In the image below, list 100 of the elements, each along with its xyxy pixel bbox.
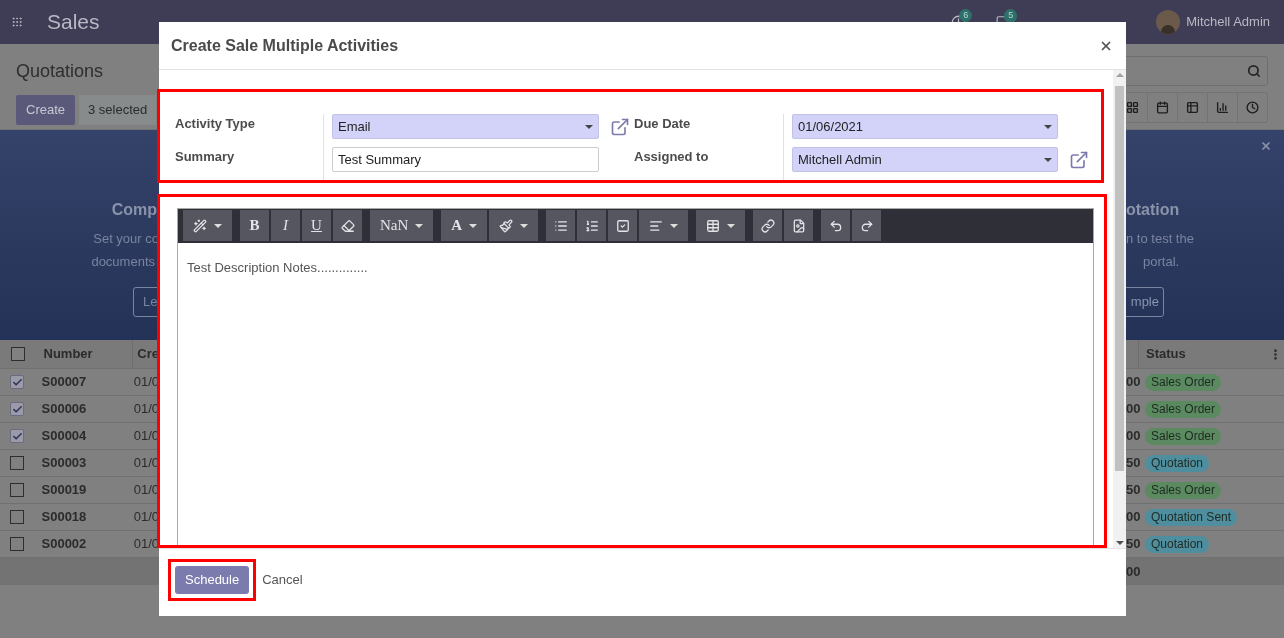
field-label: Assigned to — [634, 148, 709, 166]
external-link-icon[interactable] — [1069, 149, 1089, 170]
checkbox-icon — [615, 218, 630, 233]
eraser-icon — [340, 218, 355, 233]
check-icon — [11, 403, 23, 415]
banner-title: otation — [1126, 200, 1181, 220]
search-icon[interactable] — [1247, 64, 1261, 78]
toolbar-button[interactable] — [489, 210, 539, 242]
toolbar-button[interactable] — [696, 210, 746, 242]
table-cell-text: S00002 — [40, 535, 88, 554]
create-button[interactable]: Create — [16, 95, 76, 125]
dropdown-field[interactable]: Mitchell Admin — [792, 147, 1058, 172]
checkbox[interactable] — [10, 402, 25, 416]
caret-icon — [1044, 157, 1052, 162]
dropdown-field[interactable]: 01/06/2021 — [792, 114, 1058, 139]
bar-chart-icon — [1216, 101, 1229, 114]
check-icon — [11, 376, 23, 388]
cancel-button[interactable]: Cancel — [262, 570, 303, 590]
bullet-list-icon — [553, 218, 568, 233]
banner-text: documents — [91, 252, 156, 271]
toolbar-button[interactable] — [852, 210, 882, 242]
table-icon — [706, 218, 721, 233]
notification-count: 6 — [959, 8, 973, 22]
user-name[interactable]: Mitchell Admin — [1186, 12, 1270, 32]
dropdown-field[interactable]: Email — [332, 114, 599, 139]
table-cell-text: S00004 — [40, 427, 88, 446]
table-cell-text: 00 — [1126, 427, 1138, 446]
table-cell-text: 50 — [1126, 481, 1138, 500]
status-badge: Sales Order — [1145, 427, 1222, 445]
text-editor[interactable]: B I U NaN A Test Description Notes.............. — [177, 207, 1094, 545]
clock-icon — [1246, 101, 1259, 114]
app-menu-icon[interactable] — [11, 16, 23, 28]
banner-title: Comp — [111, 200, 158, 220]
field-label: Due Date — [634, 115, 691, 133]
status-badge: Quotation Sent — [1145, 508, 1238, 526]
kanban-icon — [1126, 101, 1139, 114]
status-badge: Sales Order — [1145, 400, 1222, 418]
table-cell-text: S00003 — [40, 454, 88, 473]
close-icon[interactable] — [1260, 140, 1272, 152]
text-field[interactable]: Test Summary — [332, 147, 599, 172]
checkbox[interactable] — [10, 347, 25, 361]
numbered-list-icon — [584, 218, 599, 233]
field-label: Activity Type — [175, 115, 255, 133]
selection-count[interactable]: 3 selected — [79, 95, 157, 125]
align-left-icon — [649, 218, 664, 233]
table-cell-text: 00 — [1126, 400, 1138, 419]
banner-text: portal. — [1142, 252, 1181, 271]
dialog-title: Create Sale Multiple Activities — [171, 35, 399, 56]
checkbox[interactable] — [10, 456, 25, 470]
app-title: Sales — [47, 9, 101, 36]
toolbar-button[interactable] — [183, 210, 232, 242]
status-badge: Quotation — [1145, 535, 1210, 553]
table-cell-text: S00006 — [40, 400, 88, 419]
page-title: Quotations — [16, 60, 105, 83]
checkbox[interactable] — [10, 510, 25, 524]
table-cell-text: 00 — [1126, 373, 1138, 392]
table-total: 00 — [1126, 562, 1141, 581]
checkbox[interactable] — [10, 483, 25, 497]
table-cell-text: S00007 — [40, 373, 88, 392]
field-label: Summary — [175, 148, 235, 166]
caret-icon — [1044, 124, 1052, 129]
toolbar-button[interactable]: B — [240, 210, 269, 242]
checkbox[interactable] — [10, 537, 25, 551]
magic-wand-icon — [193, 218, 207, 233]
external-link-icon[interactable] — [610, 116, 630, 137]
table-cell-text: 50 — [1126, 454, 1138, 473]
redo-icon — [859, 218, 874, 233]
toolbar-button[interactable] — [784, 210, 814, 242]
paintbrush-icon — [499, 218, 514, 233]
toolbar-button[interactable] — [546, 210, 576, 242]
table-cell-text: S00019 — [40, 481, 88, 500]
caret-icon — [585, 124, 593, 129]
schedule-button[interactable]: Schedule — [175, 566, 250, 594]
toolbar-button[interactable] — [577, 210, 607, 242]
toolbar-button[interactable] — [753, 210, 783, 242]
undo-icon — [828, 218, 843, 233]
table-cell-text: 50 — [1126, 535, 1138, 554]
list-view-icon — [1186, 101, 1199, 114]
toolbar-button[interactable] — [333, 210, 362, 242]
column-header[interactable]: Status — [1138, 340, 1186, 368]
link-icon — [760, 218, 775, 233]
table-cell-text: 00 — [1126, 508, 1138, 527]
status-badge: Sales Order — [1145, 373, 1222, 391]
scrollbar[interactable] — [1113, 70, 1126, 548]
image-file-icon — [791, 218, 806, 233]
status-badge: Sales Order — [1145, 481, 1222, 499]
calendar-icon — [1156, 101, 1169, 114]
toolbar-button[interactable]: U — [302, 210, 331, 242]
toolbar-button[interactable] — [821, 210, 851, 242]
check-icon — [11, 430, 23, 442]
toolbar-button[interactable] — [639, 210, 689, 242]
banner-text: n to test the — [1126, 230, 1195, 248]
column-header[interactable]: Number — [35, 340, 134, 368]
checkbox[interactable] — [10, 429, 25, 443]
notification-count: 5 — [1004, 9, 1018, 23]
toolbar-button[interactable] — [608, 210, 638, 242]
toolbar-button[interactable]: NaN — [370, 210, 434, 242]
toolbar-button[interactable]: I — [271, 210, 300, 242]
toolbar-button[interactable]: A — [441, 210, 488, 242]
checkbox[interactable] — [10, 375, 25, 389]
